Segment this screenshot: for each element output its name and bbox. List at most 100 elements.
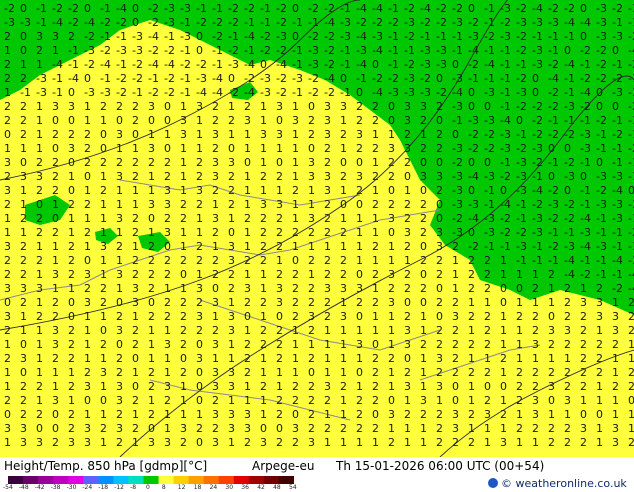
value-label: -2 [596, 44, 607, 57]
value-label: 2 [292, 184, 299, 197]
value-label: 1 [468, 380, 475, 393]
value-label: 2 [436, 100, 443, 113]
value-label: 2 [436, 296, 443, 309]
value-label: 1 [516, 436, 523, 449]
legend-swatch [263, 476, 280, 484]
value-label: -1 [68, 58, 79, 71]
value-label: -4 [212, 72, 223, 85]
value-label: 0 [164, 240, 171, 253]
value-label: -3 [340, 16, 351, 29]
value-label: 1 [468, 296, 475, 309]
value-label: 1 [260, 282, 267, 295]
value-label: 3 [68, 142, 75, 155]
value-label: 3 [388, 212, 395, 225]
value-label: 1 [500, 394, 507, 407]
value-label: 3 [580, 296, 587, 309]
value-label: 2 [4, 30, 11, 43]
value-label: 3 [260, 128, 267, 141]
value-label: 0 [84, 170, 91, 183]
value-label: 3 [564, 324, 571, 337]
value-label: 1 [260, 310, 267, 323]
value-label: 3 [340, 282, 347, 295]
value-label: 2 [484, 268, 491, 281]
value-label: 1 [100, 114, 107, 127]
value-label: 1 [356, 212, 363, 225]
value-label: 0 [388, 226, 395, 239]
globe-icon [488, 478, 498, 488]
value-label: -1 [420, 30, 431, 43]
value-label: 1 [148, 394, 155, 407]
value-label: -2 [532, 100, 543, 113]
value-label: -3 [564, 240, 575, 253]
value-label: 1 [132, 408, 139, 421]
value-label: -2 [500, 16, 511, 29]
value-label: 3 [228, 310, 235, 323]
value-label: 3 [116, 324, 123, 337]
value-label: 0 [308, 100, 315, 113]
value-label: 2 [180, 338, 187, 351]
value-label: 2 [212, 226, 219, 239]
value-label: 2 [356, 114, 363, 127]
value-label: 1 [404, 422, 411, 435]
value-label: -4 [532, 2, 543, 15]
value-label: -2 [324, 86, 335, 99]
value-label: 2 [308, 422, 315, 435]
value-label: 2 [36, 184, 43, 197]
value-label: -1 [212, 58, 223, 71]
value-label: -2 [260, 44, 271, 57]
value-label: 1 [292, 170, 299, 183]
value-label: 2 [276, 170, 283, 183]
value-label: 2 [132, 394, 139, 407]
value-label: -3 [308, 44, 319, 57]
value-label: -3 [196, 72, 207, 85]
value-label: 1 [356, 352, 363, 365]
value-label: 3 [404, 114, 411, 127]
value-label: -1 [404, 44, 415, 57]
value-label: 1 [84, 100, 91, 113]
value-label: 0 [356, 86, 363, 99]
value-label: -2 [612, 128, 623, 141]
value-label: 1 [468, 422, 475, 435]
value-label: 3 [180, 422, 187, 435]
value-label: 3 [20, 170, 27, 183]
value-label: 1 [628, 338, 634, 351]
value-label: 1 [356, 380, 363, 393]
value-label: 3 [196, 282, 203, 295]
value-label: 0 [436, 198, 443, 211]
value-label: 1 [516, 268, 523, 281]
value-label: 2 [196, 170, 203, 183]
value-label: 1 [20, 198, 27, 211]
value-label: 2 [36, 156, 43, 169]
value-label: -3 [372, 30, 383, 43]
value-label: 0 [500, 282, 507, 295]
value-label: 2 [484, 338, 491, 351]
value-label: 0 [436, 310, 443, 323]
value-label: 2 [340, 380, 347, 393]
value-label: 0 [68, 184, 75, 197]
value-label: -4 [244, 86, 255, 99]
value-label: 2 [244, 100, 251, 113]
value-label: 1 [36, 240, 43, 253]
value-label: 2 [452, 352, 459, 365]
credit-link[interactable]: © weatheronline.co.uk [501, 477, 627, 490]
value-label: -4 [244, 30, 255, 43]
value-label: 1 [116, 226, 123, 239]
value-label: -1 [580, 58, 591, 71]
value-label: 2 [420, 212, 427, 225]
value-label: 0 [196, 436, 203, 449]
value-label: 1 [388, 240, 395, 253]
value-label: -3 [500, 30, 511, 43]
value-label: 2 [420, 142, 427, 155]
value-label: 0 [20, 44, 27, 57]
value-label: 0 [436, 156, 443, 169]
value-label: -1 [580, 184, 591, 197]
value-label: 3 [180, 114, 187, 127]
value-label: 1 [36, 268, 43, 281]
legend-swatch [98, 476, 114, 484]
value-label: 2 [548, 268, 555, 281]
value-label: 3 [164, 338, 171, 351]
value-label: 2 [580, 310, 587, 323]
value-label: 1 [340, 114, 347, 127]
value-label: 2 [132, 212, 139, 225]
value-label: 2 [116, 408, 123, 421]
